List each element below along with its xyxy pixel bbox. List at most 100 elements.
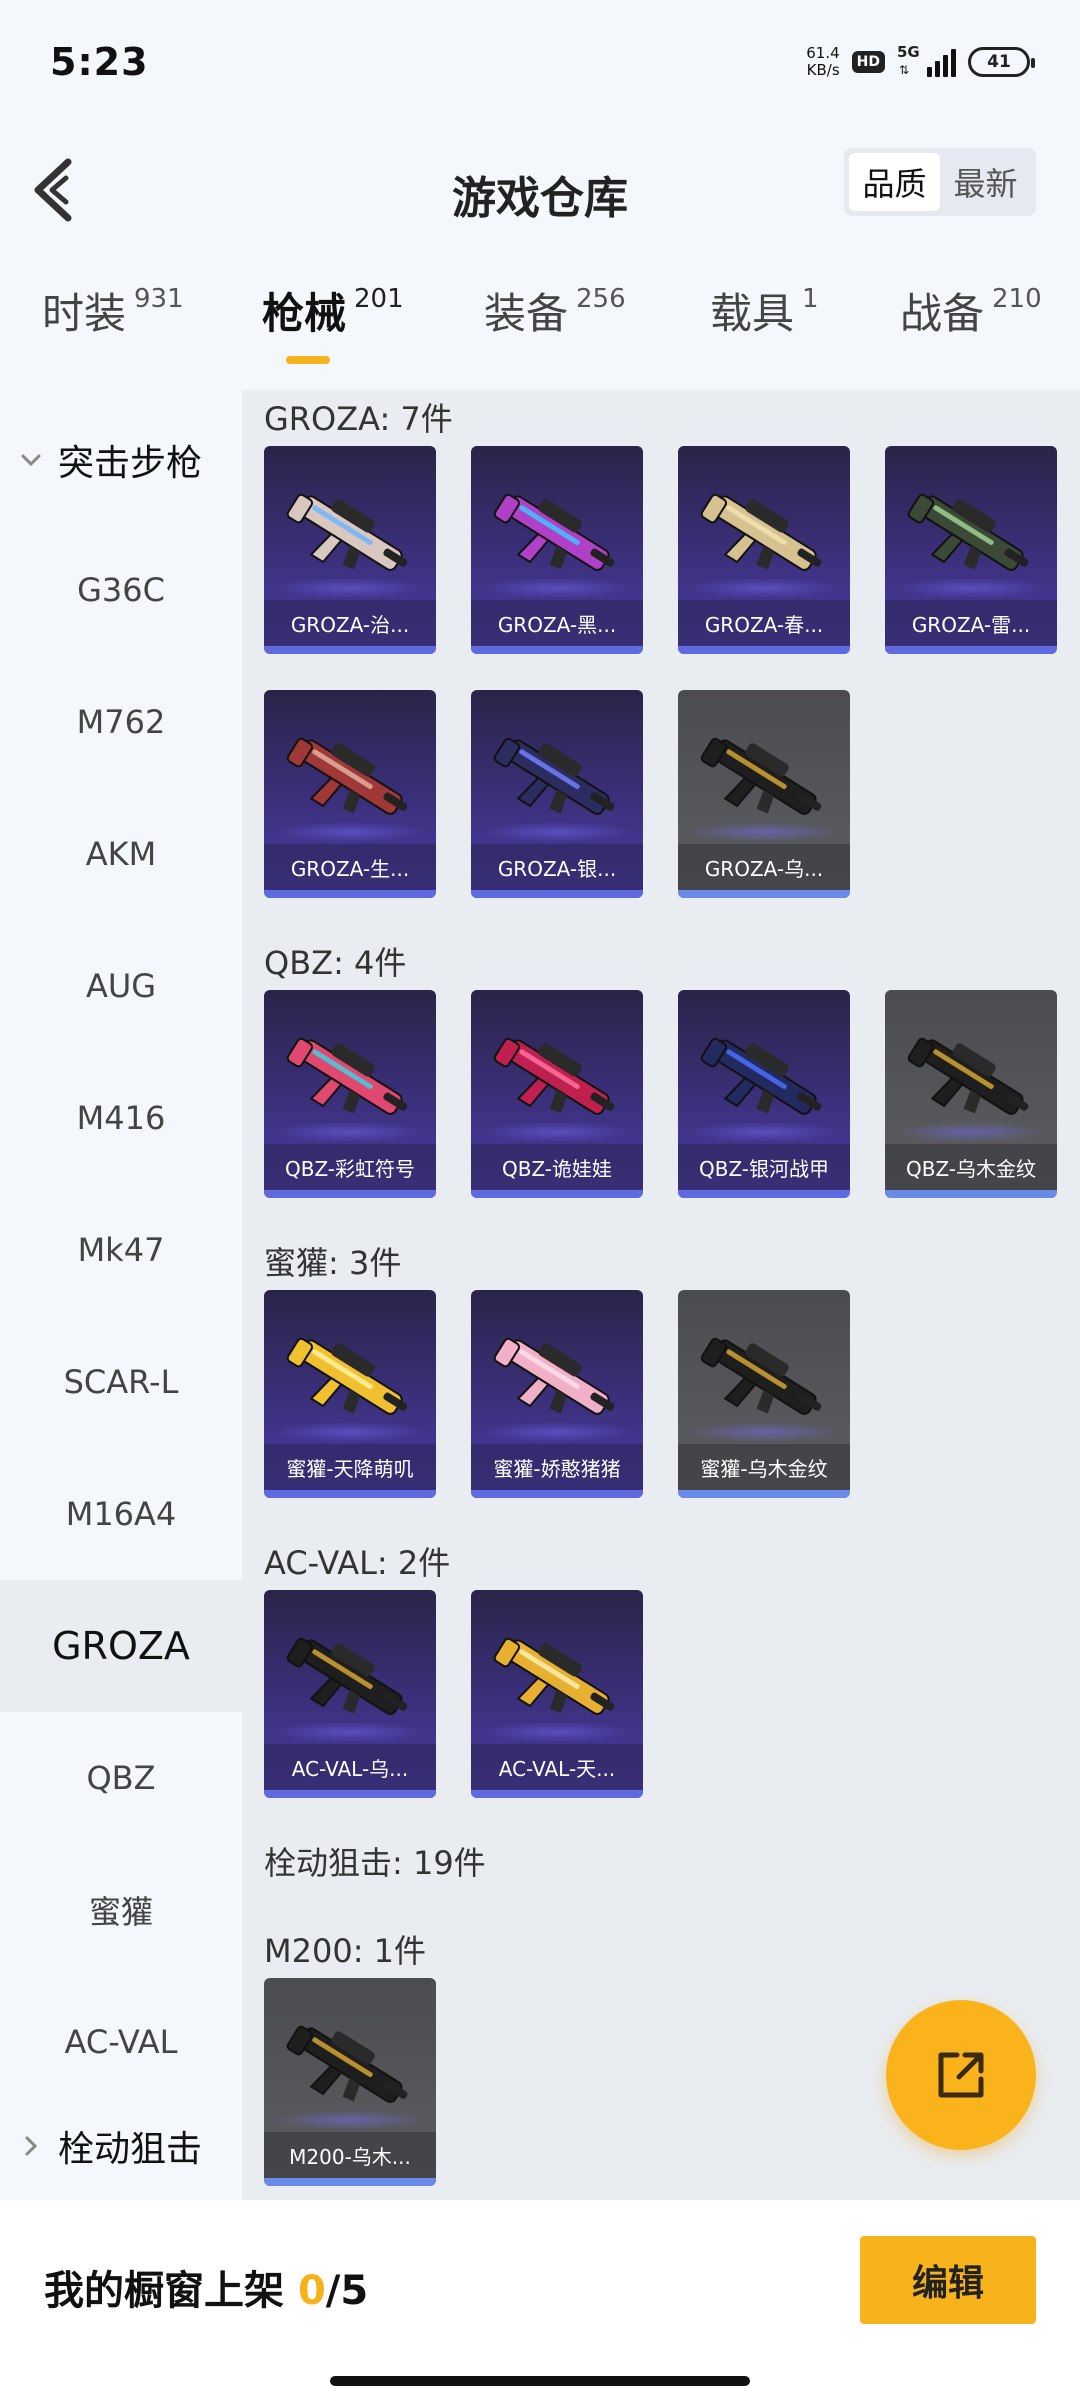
- card-glow: [274, 578, 426, 598]
- card-glow: [688, 822, 840, 842]
- weapon-skin-card[interactable]: GROZA-乌...: [678, 690, 850, 898]
- tab-fashion[interactable]: 时装 931: [42, 280, 184, 380]
- rarity-bar: [264, 1490, 436, 1498]
- weapon-skin-card[interactable]: GROZA-春...: [678, 446, 850, 654]
- sidebar-category-label: 突击步枪: [58, 443, 203, 484]
- section-title: M200: 1件: [264, 1932, 427, 1970]
- sidebar-item-g36c[interactable]: G36C: [0, 524, 242, 656]
- card-glow: [895, 578, 1047, 598]
- weapon-skin-card[interactable]: 蜜獾-娇憨猪猪: [471, 1290, 643, 1498]
- tab-active-indicator: [286, 356, 330, 364]
- weapon-skin-card[interactable]: AC-VAL-天...: [471, 1590, 643, 1798]
- rarity-bar: [885, 646, 1057, 654]
- tab-equipment[interactable]: 装备 256: [484, 280, 626, 380]
- weapon-skin-name: QBZ-彩虹符号: [264, 1144, 436, 1190]
- sidebar-item-m416[interactable]: M416: [0, 1052, 242, 1184]
- rarity-bar: [471, 1490, 643, 1498]
- weapon-skin-name: AC-VAL-天...: [471, 1744, 643, 1790]
- weapon-skin-card[interactable]: QBZ-乌木金纹: [885, 990, 1057, 1198]
- weapon-skin-name: AC-VAL-乌...: [264, 1744, 436, 1790]
- weapon-skin-card[interactable]: AC-VAL-乌...: [264, 1590, 436, 1798]
- edit-button[interactable]: 编辑: [860, 2236, 1036, 2324]
- card-glow: [481, 1122, 633, 1142]
- weapon-skin-card[interactable]: QBZ-银河战甲: [678, 990, 850, 1198]
- section-title: GROZA: 7件: [264, 400, 453, 438]
- sidebar-item-scar-l[interactable]: SCAR-L: [0, 1316, 242, 1448]
- sidebar-item-aug[interactable]: AUG: [0, 920, 242, 1052]
- bottom-bar: 我的橱窗上架 0/5 编辑: [0, 2200, 1080, 2400]
- weapon-skin-card[interactable]: QBZ-彩虹符号: [264, 990, 436, 1198]
- data-arrows-icon: ⇅: [899, 63, 910, 77]
- sidebar-category-bolt-action-sniper[interactable]: 栓动狙击: [18, 2116, 202, 2176]
- weapon-skin-name: GROZA-乌...: [678, 844, 850, 890]
- card-glow: [481, 578, 633, 598]
- weapon-skin-card[interactable]: GROZA-黑...: [471, 446, 643, 654]
- showcase-status: 我的橱窗上架 0/5: [44, 2258, 368, 2316]
- weapon-skin-name: GROZA-生...: [264, 844, 436, 890]
- rarity-bar: [264, 1190, 436, 1198]
- tab-weapons[interactable]: 枪械 201: [262, 280, 404, 380]
- sidebar-item-qbz[interactable]: QBZ: [0, 1712, 242, 1844]
- weapon-skin-card[interactable]: GROZA-生...: [264, 690, 436, 898]
- sort-toggle[interactable]: 品质 最新: [844, 148, 1036, 216]
- sort-quality-button[interactable]: 品质: [849, 153, 940, 211]
- sidebar-item-honey-badger[interactable]: 蜜獾: [0, 1844, 242, 1976]
- rarity-bar: [678, 646, 850, 654]
- weapon-skin-name: GROZA-银...: [471, 844, 643, 890]
- tab-label: 装备: [484, 289, 569, 338]
- tab-vehicles[interactable]: 载具 1: [710, 280, 819, 380]
- weapon-skin-name: GROZA-治...: [264, 600, 436, 646]
- signal-icon: 5G ⇅: [897, 43, 956, 77]
- tab-supplies[interactable]: 战备 210: [900, 280, 1042, 380]
- card-glow: [274, 1722, 426, 1742]
- weapon-skin-card[interactable]: GROZA-治...: [264, 446, 436, 654]
- card-glow: [274, 822, 426, 842]
- sidebar-item-akm[interactable]: AKM: [0, 788, 242, 920]
- weapon-skin-name: QBZ-诡娃娃: [471, 1144, 643, 1190]
- share-button[interactable]: [886, 2000, 1036, 2150]
- home-indicator[interactable]: [330, 2376, 750, 2386]
- card-glow: [688, 578, 840, 598]
- sidebar-item-groza[interactable]: GROZA: [0, 1580, 242, 1712]
- card-glow: [481, 1422, 633, 1442]
- rarity-bar: [678, 1490, 850, 1498]
- weapon-skin-card[interactable]: M200-乌木...: [264, 1978, 436, 2186]
- section-title: AC-VAL: 2件: [264, 1544, 451, 1582]
- weapon-skin-card[interactable]: GROZA-银...: [471, 690, 643, 898]
- weapon-skin-name: QBZ-乌木金纹: [885, 1144, 1057, 1190]
- weapon-skin-grid: GROZA: 7件 GROZA-治... GROZA-黑... GROZA-春... G…: [242, 390, 1080, 2200]
- rarity-bar: [264, 2178, 436, 2186]
- showcase-label: 我的橱窗上架: [44, 2268, 284, 2314]
- weapon-skin-card[interactable]: QBZ-诡娃娃: [471, 990, 643, 1198]
- sidebar-item-mk47[interactable]: Mk47: [0, 1184, 242, 1316]
- card-glow: [274, 1422, 426, 1442]
- rarity-bar: [885, 1190, 1057, 1198]
- rarity-bar: [471, 890, 643, 898]
- battery-icon: 41: [968, 47, 1035, 77]
- weapon-sidebar: 突击步枪 G36C M762 AKM AUG M416 Mk47 SCAR-L …: [0, 390, 242, 2200]
- weapon-skin-name: GROZA-雷...: [885, 600, 1057, 646]
- section-title: 蜜獾: 3件: [264, 1244, 402, 1282]
- card-glow: [274, 1122, 426, 1142]
- sidebar-category-assault-rifle[interactable]: 突击步枪: [18, 430, 202, 490]
- tab-count: 210: [992, 284, 1042, 314]
- rarity-bar: [264, 890, 436, 898]
- card-glow: [481, 822, 633, 842]
- signal-bar: [951, 49, 956, 77]
- network-speed-unit: KB/s: [806, 61, 840, 79]
- network-speed: 61.4 KB/s: [806, 45, 839, 79]
- sidebar-item-ac-val[interactable]: AC-VAL: [0, 1976, 242, 2108]
- sidebar-item-m762[interactable]: M762: [0, 656, 242, 788]
- status-icons: 61.4 KB/s HD 5G ⇅ 41: [806, 42, 1035, 82]
- header: 游戏仓库 品质 最新: [0, 140, 1080, 240]
- showcase-total: /5: [325, 2268, 369, 2314]
- sort-newest-button[interactable]: 最新: [940, 153, 1031, 211]
- weapon-skin-card[interactable]: 蜜獾-乌木金纹: [678, 1290, 850, 1498]
- status-time: 5:23: [50, 40, 149, 84]
- weapon-skin-card[interactable]: 蜜獾-天降萌叽: [264, 1290, 436, 1498]
- sidebar-item-m16a4[interactable]: M16A4: [0, 1448, 242, 1580]
- card-glow: [481, 1722, 633, 1742]
- weapon-skin-card[interactable]: GROZA-雷...: [885, 446, 1057, 654]
- tab-count: 256: [576, 284, 626, 314]
- rarity-bar: [678, 1190, 850, 1198]
